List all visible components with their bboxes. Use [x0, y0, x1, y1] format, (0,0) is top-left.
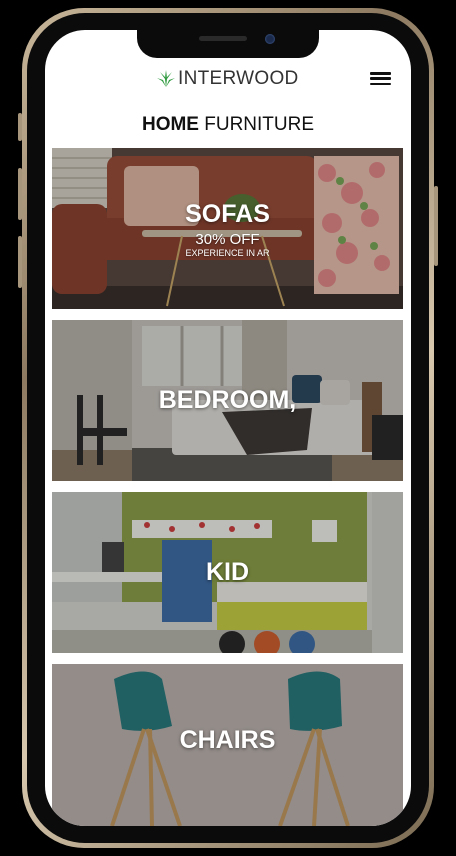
- discount-label: 30% OFF: [195, 231, 260, 248]
- category-card-bedroom[interactable]: BEDROOM,: [52, 320, 403, 481]
- category-label: SOFAS: [185, 200, 270, 228]
- brand-logo[interactable]: INTERWOOD: [157, 66, 299, 92]
- phone-notch: [137, 30, 319, 58]
- side-button-left-1: [18, 113, 22, 141]
- app-header: INTERWOOD: [45, 66, 411, 92]
- category-card-sofas[interactable]: SOFAS 30% OFF EXPERIENCE IN AR: [52, 148, 403, 309]
- category-card-chairs[interactable]: CHAIRS: [52, 664, 403, 826]
- side-button-left-3: [18, 236, 22, 288]
- page-title-rest: FURNITURE: [204, 114, 315, 135]
- leaf-logo-icon: [157, 70, 175, 87]
- category-card-kid[interactable]: KID: [52, 492, 403, 653]
- page-title: HOME FURNITURE: [45, 114, 411, 136]
- side-button-right: [434, 186, 438, 266]
- category-label: CHAIRS: [179, 726, 276, 754]
- ar-experience-label: EXPERIENCE IN AR: [185, 248, 270, 258]
- category-label: KID: [205, 558, 250, 586]
- speaker-grille: [199, 36, 247, 41]
- hamburger-menu-icon[interactable]: [370, 72, 391, 85]
- brand-name: INTERWOOD: [178, 68, 299, 89]
- category-label: BEDROOM,: [158, 386, 297, 414]
- page-title-bold: HOME: [141, 114, 199, 135]
- front-camera-icon: [265, 34, 275, 44]
- app-screen: INTERWOOD HOME FURNITURE SOFAS 30% OFF E…: [45, 30, 411, 826]
- side-button-left-2: [18, 168, 22, 220]
